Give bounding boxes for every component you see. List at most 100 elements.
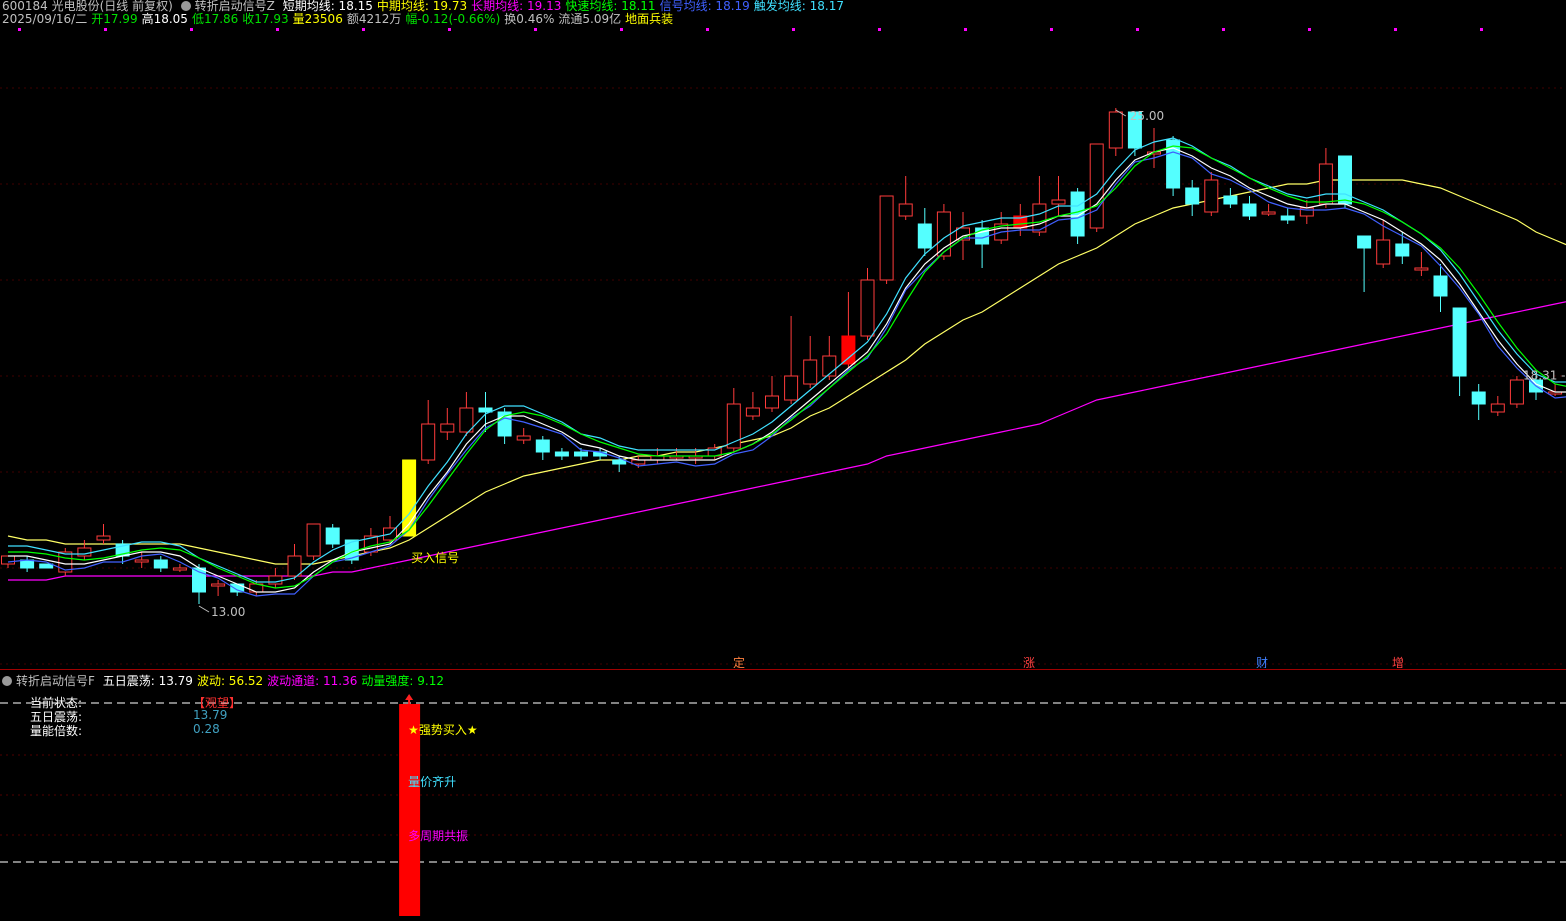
- candle-body: [535, 439, 550, 453]
- low-price-label: 13.00: [211, 605, 245, 619]
- candle-body: [211, 583, 226, 587]
- quote-item: 高18.05: [141, 12, 188, 26]
- ma-fast-line: [8, 145, 1566, 589]
- candle-body: [1452, 307, 1467, 377]
- candle-body: [306, 523, 321, 557]
- ma-legend-item: 触发均线: 18.17: [753, 0, 845, 13]
- signal-text: 量价齐升: [408, 774, 456, 789]
- candle-body: [1433, 275, 1448, 297]
- candle-body: [745, 407, 760, 417]
- candle-body: [39, 563, 54, 569]
- candle-body: [134, 559, 149, 563]
- candle-body: [1185, 187, 1200, 205]
- candle-body: [172, 567, 187, 571]
- candle-body: [860, 279, 875, 337]
- candle-body: [765, 395, 779, 409]
- settings-icon[interactable]: [180, 1, 191, 11]
- marker-dot: [1222, 28, 1225, 31]
- marker-dot: [878, 28, 881, 31]
- candle-body: [1395, 243, 1410, 257]
- candle-body: [1108, 111, 1123, 149]
- candle-body: [1357, 235, 1372, 249]
- quote-item: 收17.93: [242, 12, 289, 26]
- buy-signal-label: 买入信号: [411, 551, 459, 565]
- candle-body: [287, 555, 302, 577]
- ma-long-line: [8, 301, 1566, 581]
- candle-body: [1318, 163, 1333, 205]
- event-marker: 增: [1392, 656, 1404, 668]
- marker-dot: [276, 28, 279, 31]
- event-marker: 定: [733, 655, 745, 668]
- marker-dot: [1480, 28, 1483, 31]
- signal-text: ★强势买入★: [408, 723, 478, 737]
- candle-body: [1, 555, 15, 565]
- candle-body: [841, 335, 856, 365]
- candle-body: [1089, 143, 1104, 229]
- candle-body: [268, 575, 283, 585]
- marker-dot: [534, 28, 537, 31]
- quote-item: 幅-0.12(-0.66%): [405, 12, 501, 26]
- marker-dot: [448, 28, 451, 31]
- quote-item: 低17.86: [191, 12, 239, 26]
- marker-dot: [964, 28, 967, 31]
- candle-body: [784, 375, 799, 401]
- stat-value: 0.28: [193, 722, 220, 736]
- marker-dot: [706, 28, 709, 31]
- candle-body: [1204, 179, 1219, 213]
- signal-text: 多周期共振: [408, 829, 468, 843]
- event-marker: 财: [1256, 656, 1268, 668]
- candle-body: [803, 359, 818, 385]
- candle-body: [822, 355, 837, 377]
- price-chart[interactable]: 25.00 13.00 18.31 - 买入信号定 涨 财 增: [0, 28, 1566, 668]
- marker-dot: [792, 28, 795, 31]
- marker-dot: [18, 28, 21, 31]
- candle-body: [554, 451, 569, 457]
- candle-body: [898, 203, 913, 217]
- marker-dot: [1308, 28, 1311, 31]
- marker-dot: [104, 28, 107, 31]
- low-marker: [198, 605, 210, 613]
- candle-body: [1070, 191, 1085, 237]
- candle-body: [230, 583, 245, 593]
- candle-body: [1280, 215, 1295, 221]
- candle-body: [917, 223, 932, 249]
- stat-value: 13.79: [193, 708, 228, 722]
- candle-body: [325, 527, 340, 545]
- last-price-label: 18.31 -: [1523, 369, 1566, 383]
- quote-item: 量23506: [292, 12, 343, 26]
- high-price-label: 25.00: [1130, 109, 1164, 123]
- candle-body: [1338, 155, 1352, 205]
- candle-body: [1414, 267, 1429, 271]
- candle-body: [77, 547, 92, 557]
- candle-body: [1509, 379, 1524, 405]
- candle-body: [1223, 195, 1238, 205]
- candle-body: [478, 407, 493, 413]
- candle-body: [153, 559, 168, 569]
- candle-body: [1376, 239, 1391, 265]
- stat-label: 量能倍数:: [30, 724, 83, 738]
- quote-item: 地面兵装: [625, 12, 674, 26]
- candle-body: [612, 459, 627, 465]
- quote-item: 2025/09/16/二: [2, 12, 88, 26]
- candle-body: [421, 423, 436, 461]
- marker-dot: [190, 28, 193, 31]
- marker-dot: [620, 28, 623, 31]
- ma-mid-line: [7, 179, 1566, 565]
- quote-item: 换0.46%: [504, 12, 555, 26]
- event-marker: 涨: [1023, 655, 1035, 668]
- quote-item: 额4212万: [346, 12, 402, 26]
- candle-body: [1490, 403, 1505, 413]
- marker-dot: [1050, 28, 1053, 31]
- quote-item: 流通5.09亿: [558, 12, 622, 26]
- candle-body: [20, 559, 35, 569]
- candle-body: [574, 451, 588, 457]
- candle-body: [1471, 391, 1486, 405]
- candle-body: [1242, 203, 1257, 217]
- ma-legend-item: 信号均线: 18.19: [659, 0, 750, 13]
- ma-signal-line: [7, 151, 1566, 597]
- candle-body: [516, 435, 531, 441]
- candle-body: [1261, 211, 1276, 215]
- candle-body: [879, 195, 894, 281]
- candle-body: [96, 535, 111, 541]
- marker-dot: [1136, 28, 1139, 31]
